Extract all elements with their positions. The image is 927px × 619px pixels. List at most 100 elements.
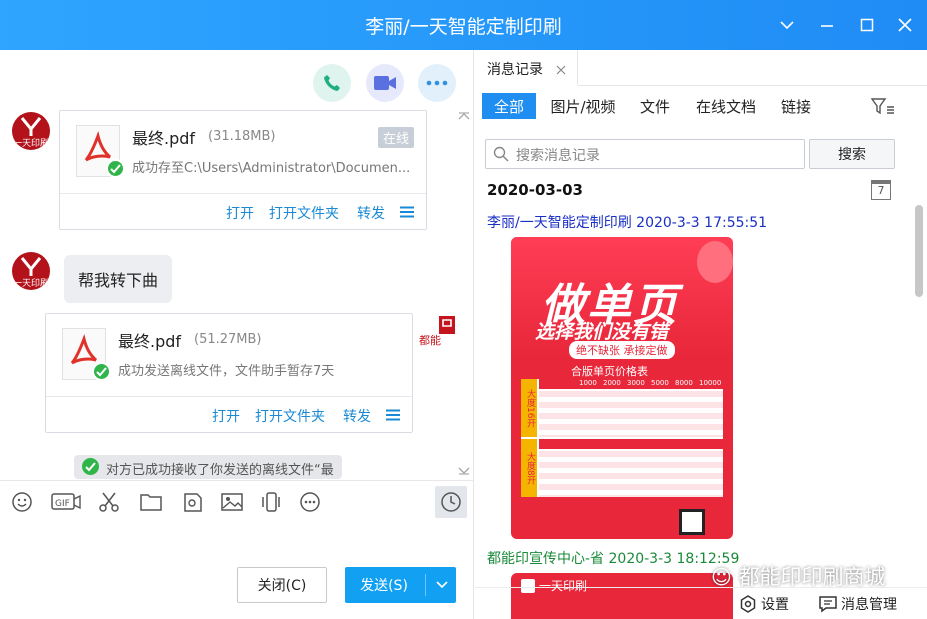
open-link[interactable]: 打开 — [226, 203, 254, 223]
close-icon[interactable] — [556, 63, 566, 79]
forward-link[interactable]: 转发 — [357, 203, 385, 223]
avatar-text: 一天印刷 — [12, 279, 49, 289]
file-name[interactable]: 最终.pdf — [132, 125, 195, 149]
open-link[interactable]: 打开 — [212, 406, 240, 426]
close-button[interactable]: 关闭(C) — [237, 567, 327, 603]
send-button[interactable]: 发送(S) — [345, 567, 456, 603]
balloon-icon — [697, 241, 733, 283]
input-toolbar: GIF — [0, 480, 474, 520]
search-icon — [493, 146, 509, 166]
screenshot-icon[interactable] — [179, 489, 205, 515]
message-manager-label: 消息管理 — [841, 597, 897, 613]
filter-icon[interactable] — [870, 98, 895, 120]
message-input[interactable] — [0, 521, 474, 561]
calendar-icon[interactable]: 7 — [871, 180, 891, 200]
chat-pane: 一天印刷 最终.pdf (31.18MB) 在线 成功存至C:\Users\Ad… — [0, 50, 474, 619]
gif-icon[interactable]: GIF — [50, 489, 82, 515]
poster-col: 5000 — [651, 379, 669, 387]
system-message-text: 对方已成功接收了你发送的离线文件“最 — [106, 463, 334, 478]
clock-icon[interactable] — [435, 486, 467, 518]
check-icon — [106, 159, 125, 178]
file-size: (51.27MB) — [194, 332, 262, 347]
tab-all[interactable]: 全部 — [482, 93, 536, 119]
tab-files[interactable]: 文件 — [635, 93, 675, 119]
poster-side-label: 大度16开 — [521, 379, 537, 437]
poster-side-label: 大度8开 — [521, 439, 537, 497]
poster-price-table: 大度16开 大度8开 1000 2000 3000 5000 8000 1000… — [521, 379, 723, 497]
message-sender: 都能印宣传中心-省 2020-3-3 18:12:59 — [487, 551, 740, 567]
chevron-down-icon[interactable] — [427, 567, 456, 603]
divider — [425, 574, 426, 596]
message-icon — [819, 596, 837, 613]
search-input[interactable]: 搜索消息记录 — [485, 139, 805, 169]
scrollbar[interactable] — [915, 205, 923, 297]
avatar[interactable]: 一天印刷 — [12, 112, 50, 150]
poster-table-header: 1000 2000 3000 5000 8000 10000 — [539, 379, 723, 389]
poster-col: 2000 — [603, 379, 621, 387]
phone-icon[interactable] — [313, 64, 351, 102]
file-status: 成功发送离线文件，文件助手暂存7天 — [118, 364, 335, 379]
emoji-icon[interactable] — [9, 489, 35, 515]
message-manager-button[interactable]: 消息管理 — [819, 594, 897, 614]
menu-icon[interactable] — [400, 206, 414, 222]
poster-table-header — [539, 439, 723, 449]
file-name[interactable]: 最终.pdf — [118, 328, 181, 352]
video-icon[interactable] — [366, 64, 404, 102]
tab-message-history[interactable]: 消息记录 — [475, 50, 578, 86]
send-button-label[interactable]: 发送(S) — [345, 567, 423, 603]
history-pane: 消息记录 全部 图片/视频 文件 在线文档 链接 搜索消息记录 搜索 2020-… — [475, 50, 927, 619]
tab-images-videos[interactable]: 图片/视频 — [545, 93, 621, 119]
text-message[interactable]: 帮我转下曲 — [64, 255, 173, 303]
bottom-bar: 设置 消息管理 — [475, 587, 927, 619]
menu-icon[interactable] — [386, 409, 400, 425]
poster-col: 3000 — [627, 379, 645, 387]
poster-subtitle: 选择我们没有错 — [535, 321, 669, 343]
settings-label: 设置 — [761, 597, 789, 613]
poster-col: 1000 — [579, 379, 597, 387]
scroll-up-icon[interactable] — [458, 108, 470, 124]
file-message[interactable]: 最终.pdf (51.27MB) 成功发送离线文件，文件助手暂存7天 打开 打开… — [45, 313, 413, 433]
avatar-text: 一天印刷 — [12, 139, 49, 149]
check-icon — [92, 362, 111, 381]
title-bar: 李丽/一天智能定制印刷 — [0, 0, 927, 50]
poster-badge: 绝不缺张 承接定做 — [569, 341, 675, 359]
search-button[interactable]: 搜索 — [809, 139, 895, 169]
file-status: 成功存至C:\Users\Administrator\Documen... — [132, 161, 411, 176]
wechat-icon: ☺ — [711, 565, 732, 589]
message-sender: 李丽/一天智能定制印刷 2020-3-3 17:55:51 — [487, 215, 768, 231]
open-folder-link[interactable]: 打开文件夹 — [255, 406, 325, 426]
file-message[interactable]: 最终.pdf (31.18MB) 在线 成功存至C:\Users\Adminis… — [59, 110, 427, 230]
tab-label: 消息记录 — [487, 62, 543, 78]
poster-table-title: 合版单页价格表 — [571, 365, 648, 378]
qr-code — [679, 509, 705, 535]
close-icon[interactable] — [892, 12, 918, 38]
scissors-icon[interactable] — [96, 489, 122, 515]
poster-col: 8000 — [675, 379, 693, 387]
image-icon[interactable] — [219, 489, 245, 515]
scroll-down-icon[interactable] — [458, 463, 470, 479]
check-icon — [82, 458, 99, 475]
avatar[interactable]: 一天印刷 — [12, 252, 50, 290]
gear-icon — [740, 595, 756, 613]
date-header: 2020-03-03 — [487, 181, 583, 199]
file-size: (31.18MB) — [208, 129, 276, 144]
more-icon[interactable] — [418, 64, 456, 102]
search-placeholder: 搜索消息记录 — [516, 148, 600, 164]
maximize-icon[interactable] — [854, 12, 880, 38]
open-folder-link[interactable]: 打开文件夹 — [269, 203, 339, 223]
avatar[interactable]: 都能 — [417, 314, 457, 354]
more-icon[interactable] — [297, 489, 323, 515]
tab-online-docs[interactable]: 在线文档 — [693, 93, 759, 119]
tab-links[interactable]: 链接 — [777, 93, 815, 119]
settings-button[interactable]: 设置 — [739, 594, 789, 614]
shake-icon[interactable] — [258, 489, 284, 515]
poster-image[interactable]: 做单页 选择我们没有错 绝不缺张 承接定做 合版单页价格表 大度16开 大度8开… — [511, 237, 733, 539]
forward-link[interactable]: 转发 — [343, 406, 371, 426]
watermark-text: 都能印印刷商城 — [738, 565, 886, 589]
avatar-right-text: 都能 — [419, 334, 441, 347]
poster-col: 10000 — [699, 379, 722, 387]
folder-icon[interactable] — [138, 489, 164, 515]
chevron-down-icon[interactable] — [774, 12, 800, 38]
minimize-icon[interactable] — [814, 12, 840, 38]
calendar-day: 7 — [877, 184, 885, 197]
